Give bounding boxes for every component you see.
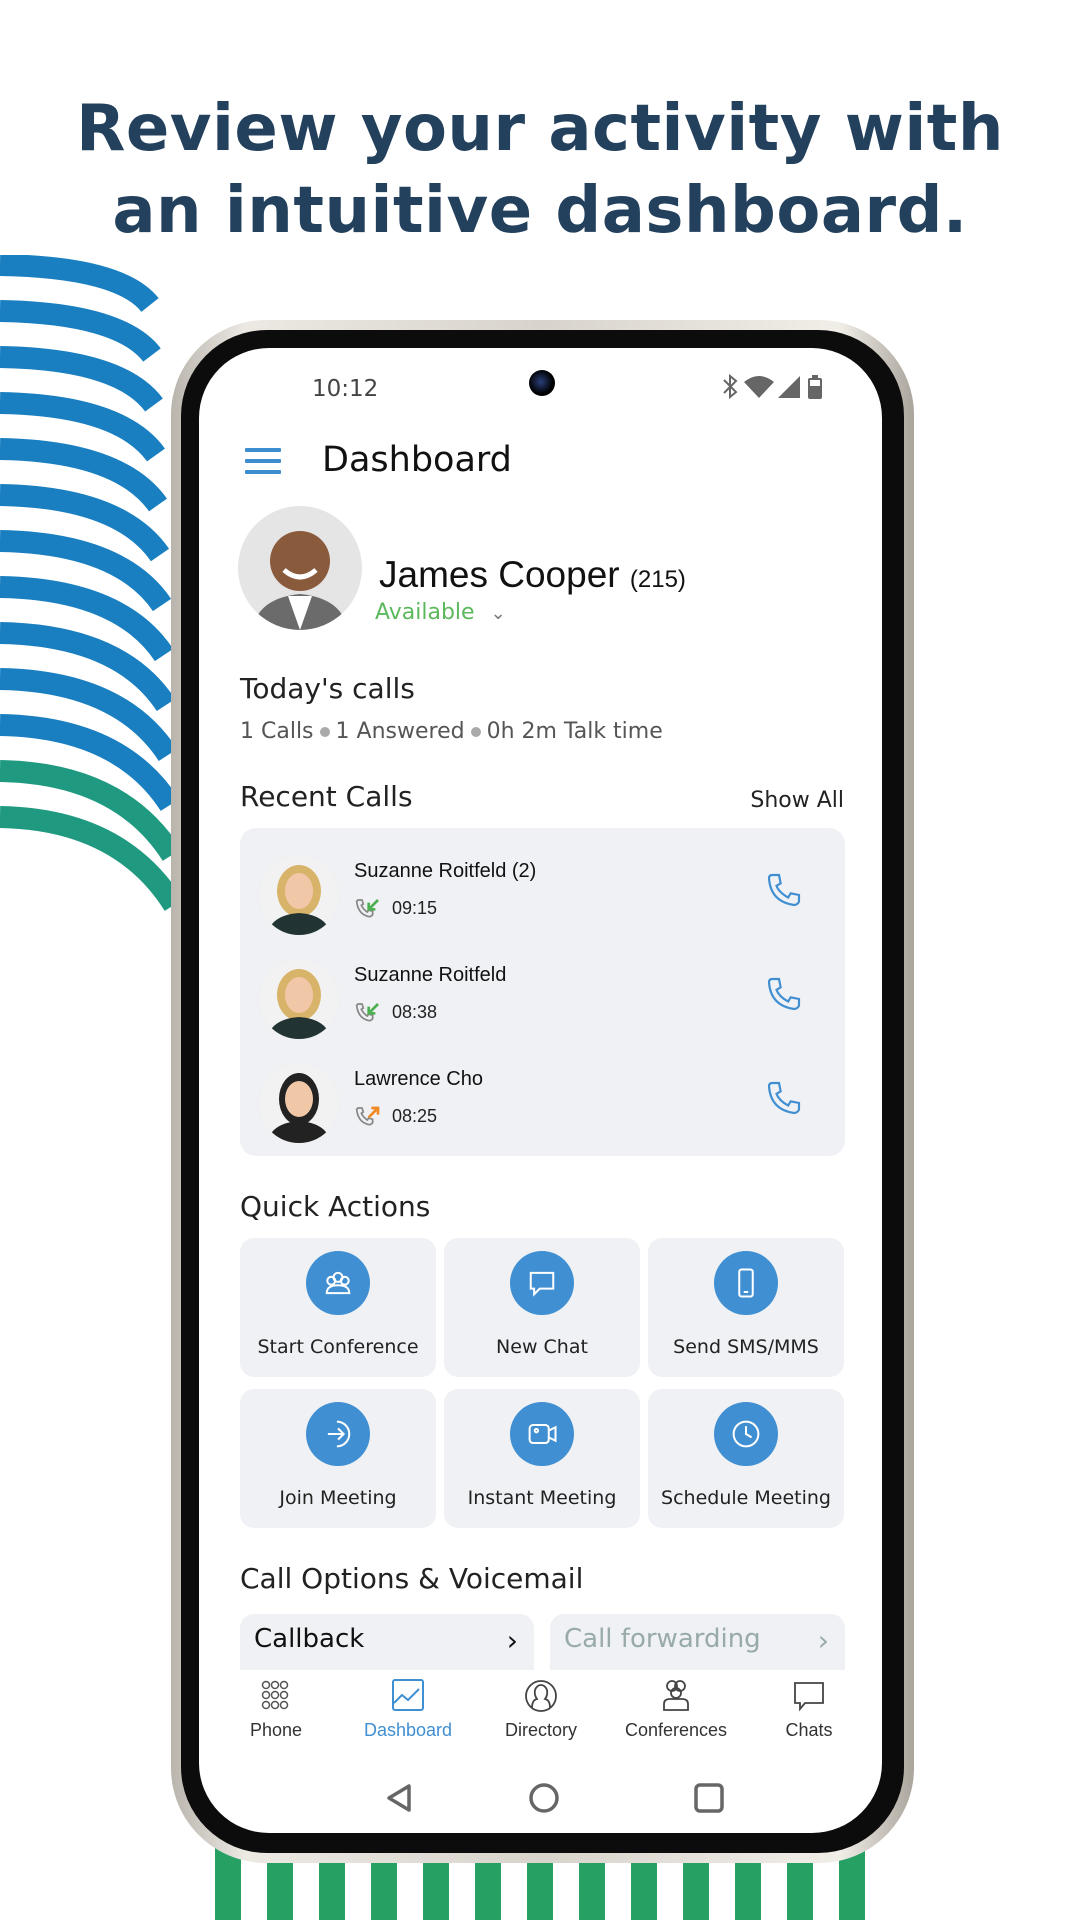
join-arrow-icon xyxy=(306,1402,370,1466)
nav-phone[interactable]: Phone xyxy=(211,1678,341,1741)
recent-calls-title: Recent Calls xyxy=(240,780,413,813)
callback-label: Callback xyxy=(254,1624,365,1654)
recents-icon xyxy=(694,1783,724,1813)
chart-icon xyxy=(392,1679,424,1711)
contact-name: Suzanne Roitfeld xyxy=(354,964,507,986)
quick-action-join-meeting[interactable]: Join Meeting xyxy=(240,1389,436,1528)
hamburger-icon[interactable] xyxy=(245,448,281,474)
todays-calls-title: Today's calls xyxy=(240,672,415,705)
quick-action-label: Instant Meeting xyxy=(467,1487,617,1509)
wifi-icon xyxy=(744,376,774,398)
quick-action-label: Schedule Meeting xyxy=(661,1487,831,1509)
call-back-phone-icon[interactable] xyxy=(764,870,804,914)
contact-name: Lawrence Cho xyxy=(354,1068,483,1090)
back-icon xyxy=(387,1784,411,1812)
recent-call-row[interactable]: Suzanne Roitfeld 08:38 xyxy=(240,942,845,1042)
user-avatar[interactable] xyxy=(238,506,362,630)
person-icon xyxy=(525,1680,557,1712)
show-all-link[interactable]: Show All xyxy=(750,788,844,813)
calls-count: 1 Calls xyxy=(240,719,314,744)
blue-stripe xyxy=(0,255,159,313)
quick-action-schedule-meeting[interactable]: Schedule Meeting xyxy=(648,1389,844,1528)
call-back-phone-icon[interactable] xyxy=(764,974,804,1018)
contact-avatar xyxy=(259,1063,339,1143)
nav-label: Dashboard xyxy=(363,1720,453,1740)
quick-action-label: Start Conference xyxy=(257,1336,419,1358)
nav-chats[interactable]: Chats xyxy=(744,1678,874,1741)
app-screen: 10:12 Dashboard James Cooper (215) Avail… xyxy=(199,348,882,1833)
callback-button[interactable]: Callback › xyxy=(240,1614,534,1670)
nav-label: Conferences xyxy=(624,1720,728,1740)
presence-status-dropdown[interactable]: Available ⌄ xyxy=(375,600,506,625)
call-time: 08:38 xyxy=(392,1002,438,1022)
recent-call-row[interactable]: Suzanne Roitfeld (2) 09:15 xyxy=(240,838,845,938)
user-name: James Cooper (215) xyxy=(379,554,686,596)
talk-time: 0h 2m Talk time xyxy=(486,719,663,744)
user-extension: (215) xyxy=(629,566,686,593)
nav-label: Phone xyxy=(249,1720,303,1740)
outgoing-call-icon xyxy=(355,1106,380,1126)
quick-action-start-conference[interactable]: Start Conference xyxy=(240,1238,436,1377)
call-time: 08:25 xyxy=(392,1106,438,1126)
chevron-right-icon: › xyxy=(506,1624,518,1657)
contact-name: Suzanne Roitfeld (2) xyxy=(354,860,537,882)
quick-action-label: Join Meeting xyxy=(279,1487,397,1509)
chevron-down-icon: ⌄ xyxy=(490,603,506,624)
camera-icon xyxy=(529,370,555,396)
status-icons xyxy=(723,373,822,400)
quick-action-new-chat[interactable]: New Chat xyxy=(444,1238,640,1377)
clock-icon xyxy=(714,1402,778,1466)
call-options-title: Call Options & Voicemail xyxy=(240,1562,584,1595)
bottom-nav: Phone Dashboard Directory Conferences Chats xyxy=(199,1678,882,1758)
recent-call-row[interactable]: Lawrence Cho 08:25 xyxy=(240,1046,845,1146)
page-title: Dashboard xyxy=(322,440,512,480)
quick-actions-title: Quick Actions xyxy=(240,1190,431,1223)
chevron-right-icon: › xyxy=(817,1624,829,1657)
call-forwarding-button[interactable]: Call forwarding › xyxy=(550,1614,845,1670)
quick-actions-grid: Start Conference New Chat Send SMS/MMS Join… xyxy=(240,1238,845,1528)
quick-action-label: New Chat xyxy=(496,1336,588,1358)
nav-label: Directory xyxy=(504,1720,577,1740)
quick-action-instant-meeting[interactable]: Instant Meeting xyxy=(444,1389,640,1528)
group-icon xyxy=(663,1680,689,1711)
nav-dashboard[interactable]: Dashboard xyxy=(343,1678,473,1741)
headline-line-1: Review your activity with xyxy=(76,92,1004,166)
todays-calls-stats: 1 Calls 1 Answered 0h 2m Talk time xyxy=(240,719,663,744)
bluetooth-icon xyxy=(723,373,738,400)
headline-line-2: an intuitive dashboard. xyxy=(112,174,968,248)
incoming-call-icon xyxy=(355,899,379,918)
contact-avatar xyxy=(259,959,339,1039)
status-time: 10:12 xyxy=(312,376,379,402)
conference-icon xyxy=(306,1251,370,1315)
answered-count: 1 Answered xyxy=(335,719,465,744)
quick-action-send-sms-mms[interactable]: Send SMS/MMS xyxy=(648,1238,844,1377)
signal-icon xyxy=(778,376,800,398)
nav-label: Chats xyxy=(785,1720,833,1740)
call-back-phone-icon[interactable] xyxy=(764,1078,804,1122)
nav-conferences[interactable]: Conferences xyxy=(611,1678,741,1741)
nav-directory[interactable]: Directory xyxy=(476,1678,606,1741)
call-time: 09:15 xyxy=(392,898,438,918)
video-icon xyxy=(510,1402,574,1466)
recent-calls-list: Suzanne Roitfeld (2) 09:15 Suzanne Roitf… xyxy=(240,828,845,1156)
system-nav-bar xyxy=(387,1783,724,1813)
dialpad-icon xyxy=(261,1680,289,1710)
battery-icon xyxy=(808,375,822,399)
home-icon xyxy=(529,1783,559,1813)
contact-avatar xyxy=(259,855,339,935)
chat-icon xyxy=(510,1251,574,1315)
presence-status: Available xyxy=(375,600,475,625)
quick-action-label: Send SMS/MMS xyxy=(673,1336,819,1358)
mobile-icon xyxy=(714,1251,778,1315)
call-forwarding-label: Call forwarding xyxy=(564,1624,761,1654)
decorative-blue-stripes xyxy=(0,255,184,911)
user-name-text: James Cooper xyxy=(379,554,620,595)
incoming-call-icon xyxy=(355,1003,379,1022)
headline: Review your activity with an intuitive d… xyxy=(0,88,1080,252)
chat-bubble-icon xyxy=(794,1682,824,1712)
